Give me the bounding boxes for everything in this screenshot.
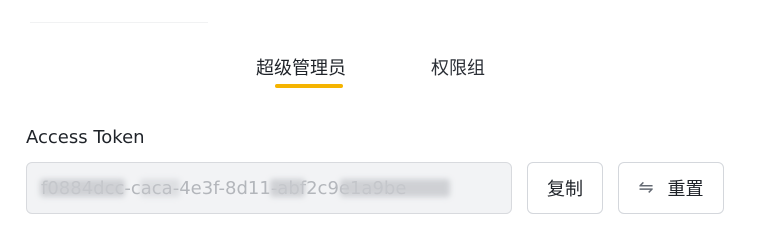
reset-button-label: 重置 xyxy=(667,179,704,200)
access-token-label: Access Token xyxy=(26,127,145,148)
tab-bar: 超级管理员 权限组 xyxy=(0,57,773,93)
tab-super-admin[interactable]: 超级管理员 xyxy=(256,57,346,81)
reset-button[interactable]: ⇋ 重置 xyxy=(618,162,724,214)
swap-arrows-icon: ⇋ xyxy=(638,177,654,198)
tab-permission-group[interactable]: 权限组 xyxy=(431,57,485,81)
access-token-field[interactable] xyxy=(26,162,512,214)
active-tab-indicator xyxy=(275,84,343,88)
copy-button-label: 复制 xyxy=(547,179,583,200)
header-divider xyxy=(30,22,208,23)
copy-button[interactable]: 复制 xyxy=(527,162,603,214)
